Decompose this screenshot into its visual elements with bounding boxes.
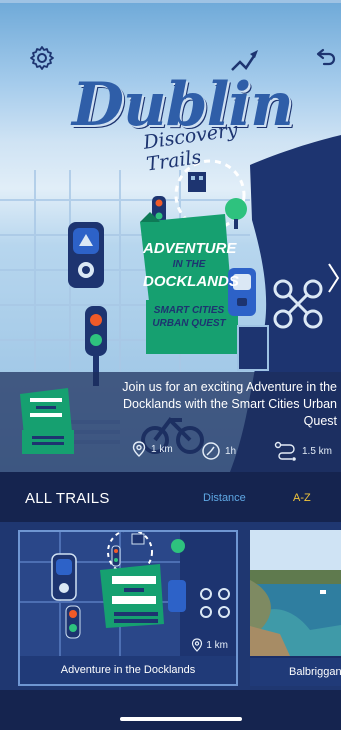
- back-button[interactable]: [311, 43, 341, 73]
- sort-distance-button[interactable]: Distance: [203, 492, 246, 504]
- featured-title-line2: IN THE: [172, 259, 206, 270]
- location-pin-icon: [192, 638, 203, 652]
- gear-icon: [30, 46, 54, 70]
- featured-tagline-line2: URBAN QUEST: [152, 318, 226, 329]
- all-trails-title: ALL TRAILS: [25, 490, 110, 507]
- trail-card-title: Balbriggan: [250, 658, 341, 686]
- trail-card-distance-value: 1 km: [206, 639, 228, 651]
- featured-title-line1: ADVENTURE: [143, 240, 237, 257]
- stat-distance-value: 1 km: [151, 443, 173, 455]
- hero-description: Join us for an exciting Adventure in the…: [122, 380, 337, 428]
- stat-duration-value: 1h: [225, 445, 237, 457]
- stat-distance: 1 km: [131, 441, 173, 457]
- chevron-right-icon: [328, 263, 340, 293]
- next-slide-button[interactable]: [326, 258, 341, 298]
- sort-az-button[interactable]: A-Z: [293, 492, 311, 504]
- return-arrow-icon: [316, 48, 336, 66]
- stat-route: 1.5 km: [274, 441, 332, 461]
- trail-card[interactable]: 1 km Adventure in the Docklands: [18, 530, 238, 686]
- route-icon: [274, 441, 296, 461]
- settings-button[interactable]: [27, 43, 57, 73]
- featured-badge: ADVENTURE IN THE DOCKLANDS SMART CITIES …: [143, 240, 239, 330]
- trail-card-image: [250, 530, 341, 656]
- featured-title-line3: DOCKLANDS: [143, 273, 239, 290]
- hero-banner[interactable]: Dublin Discovery Trails ADVENTURE IN THE…: [0, 0, 341, 472]
- stat-route-value: 1.5 km: [302, 445, 333, 457]
- bottom-bar: [0, 690, 341, 730]
- stat-duration: 1h: [201, 441, 236, 461]
- trail-card[interactable]: Balbriggan: [250, 530, 341, 686]
- logo: Dublin Discovery Trails: [60, 70, 294, 180]
- clock-icon: [202, 442, 220, 460]
- featured-tagline-line1: SMART CITIES: [153, 305, 225, 316]
- trail-card-title: Adventure in the Docklands: [20, 656, 236, 684]
- featured-thumbnail-badge: [16, 384, 78, 461]
- location-pin-icon: [132, 441, 146, 457]
- trail-card-distance: 1 km: [191, 638, 228, 652]
- home-indicator[interactable]: [120, 717, 242, 721]
